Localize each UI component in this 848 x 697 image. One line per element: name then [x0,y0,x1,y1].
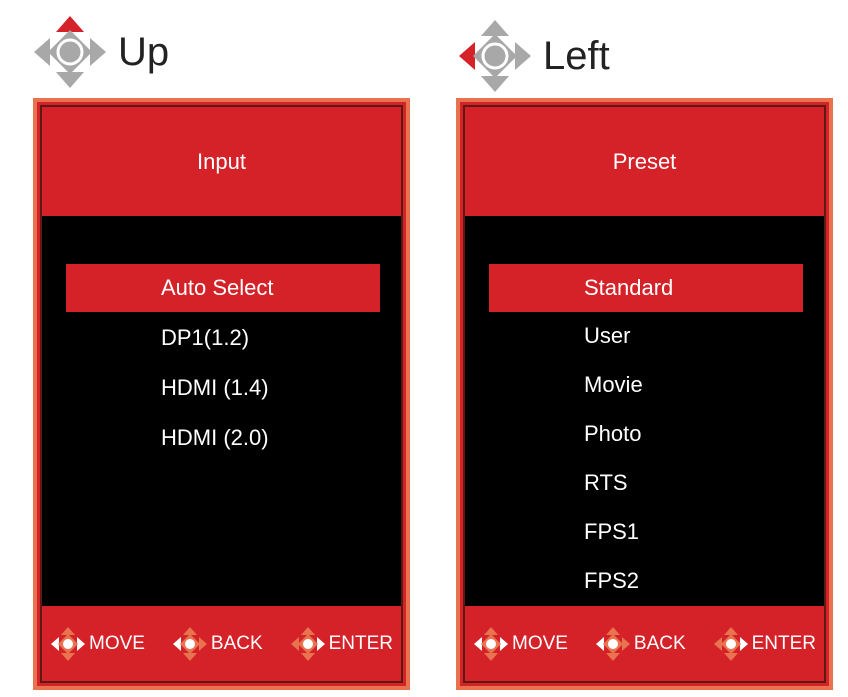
enter-hint: ENTER [713,626,816,662]
back-hint: BACK [595,626,686,662]
menu-item-dp1[interactable]: DP1(1.2) [66,314,380,362]
panel-title: Input [42,107,401,216]
panel-footer: MOVE BACK ENTER [465,606,824,681]
menu-item-auto-select[interactable]: Auto Select [66,264,380,312]
input-menu-panel: Input Auto Select DP1(1.2) HDMI (1.4) HD… [33,98,410,690]
enter-label: ENTER [328,632,393,654]
menu-item-standard[interactable]: Standard [489,264,803,312]
back-label: BACK [633,632,686,654]
back-label: BACK [210,632,263,654]
move-label: MOVE [512,632,568,654]
dpad-move-icon [474,626,508,661]
dpad-up-icon [34,16,106,88]
menu-item-movie[interactable]: Movie [489,361,803,409]
panel-footer: MOVE BACK ENTER [42,606,401,681]
dpad-back-icon [595,626,630,661]
enter-hint: ENTER [290,626,393,662]
menu-item-fps2[interactable]: FPS2 [489,557,803,605]
enter-label: ENTER [751,632,816,654]
preset-menu-panel: Preset Standard User Movie Photo RTS FPS… [456,98,833,690]
move-label: MOVE [89,632,145,654]
menu-item-hdmi-2-0[interactable]: HDMI (2.0) [66,414,380,462]
back-hint: BACK [172,626,263,662]
dpad-left-icon [459,20,531,92]
menu-item-photo[interactable]: Photo [489,410,803,458]
menu-item-user[interactable]: User [489,312,803,360]
panel-frame: Preset Standard User Movie Photo RTS FPS… [463,105,826,683]
direction-label: Left [543,33,610,78]
dpad-enter-icon [713,626,748,661]
panel-title: Preset [465,107,824,216]
panel-frame: Input Auto Select DP1(1.2) HDMI (1.4) HD… [40,105,403,683]
menu-item-rts[interactable]: RTS [489,459,803,507]
dpad-move-icon [51,626,85,661]
dpad-back-icon [172,626,207,661]
preset-menu-list: Standard User Movie Photo RTS FPS1 FPS2 [465,216,824,606]
move-hint: MOVE [473,626,568,662]
direction-left-header: Left [457,18,610,94]
dpad-enter-icon [290,626,325,661]
move-hint: MOVE [50,626,145,662]
direction-up-header: Up [32,14,169,90]
menu-item-hdmi-1-4[interactable]: HDMI (1.4) [66,364,380,412]
input-menu-list: Auto Select DP1(1.2) HDMI (1.4) HDMI (2.… [42,216,401,606]
direction-label: Up [118,29,170,74]
menu-item-fps1[interactable]: FPS1 [489,508,803,556]
